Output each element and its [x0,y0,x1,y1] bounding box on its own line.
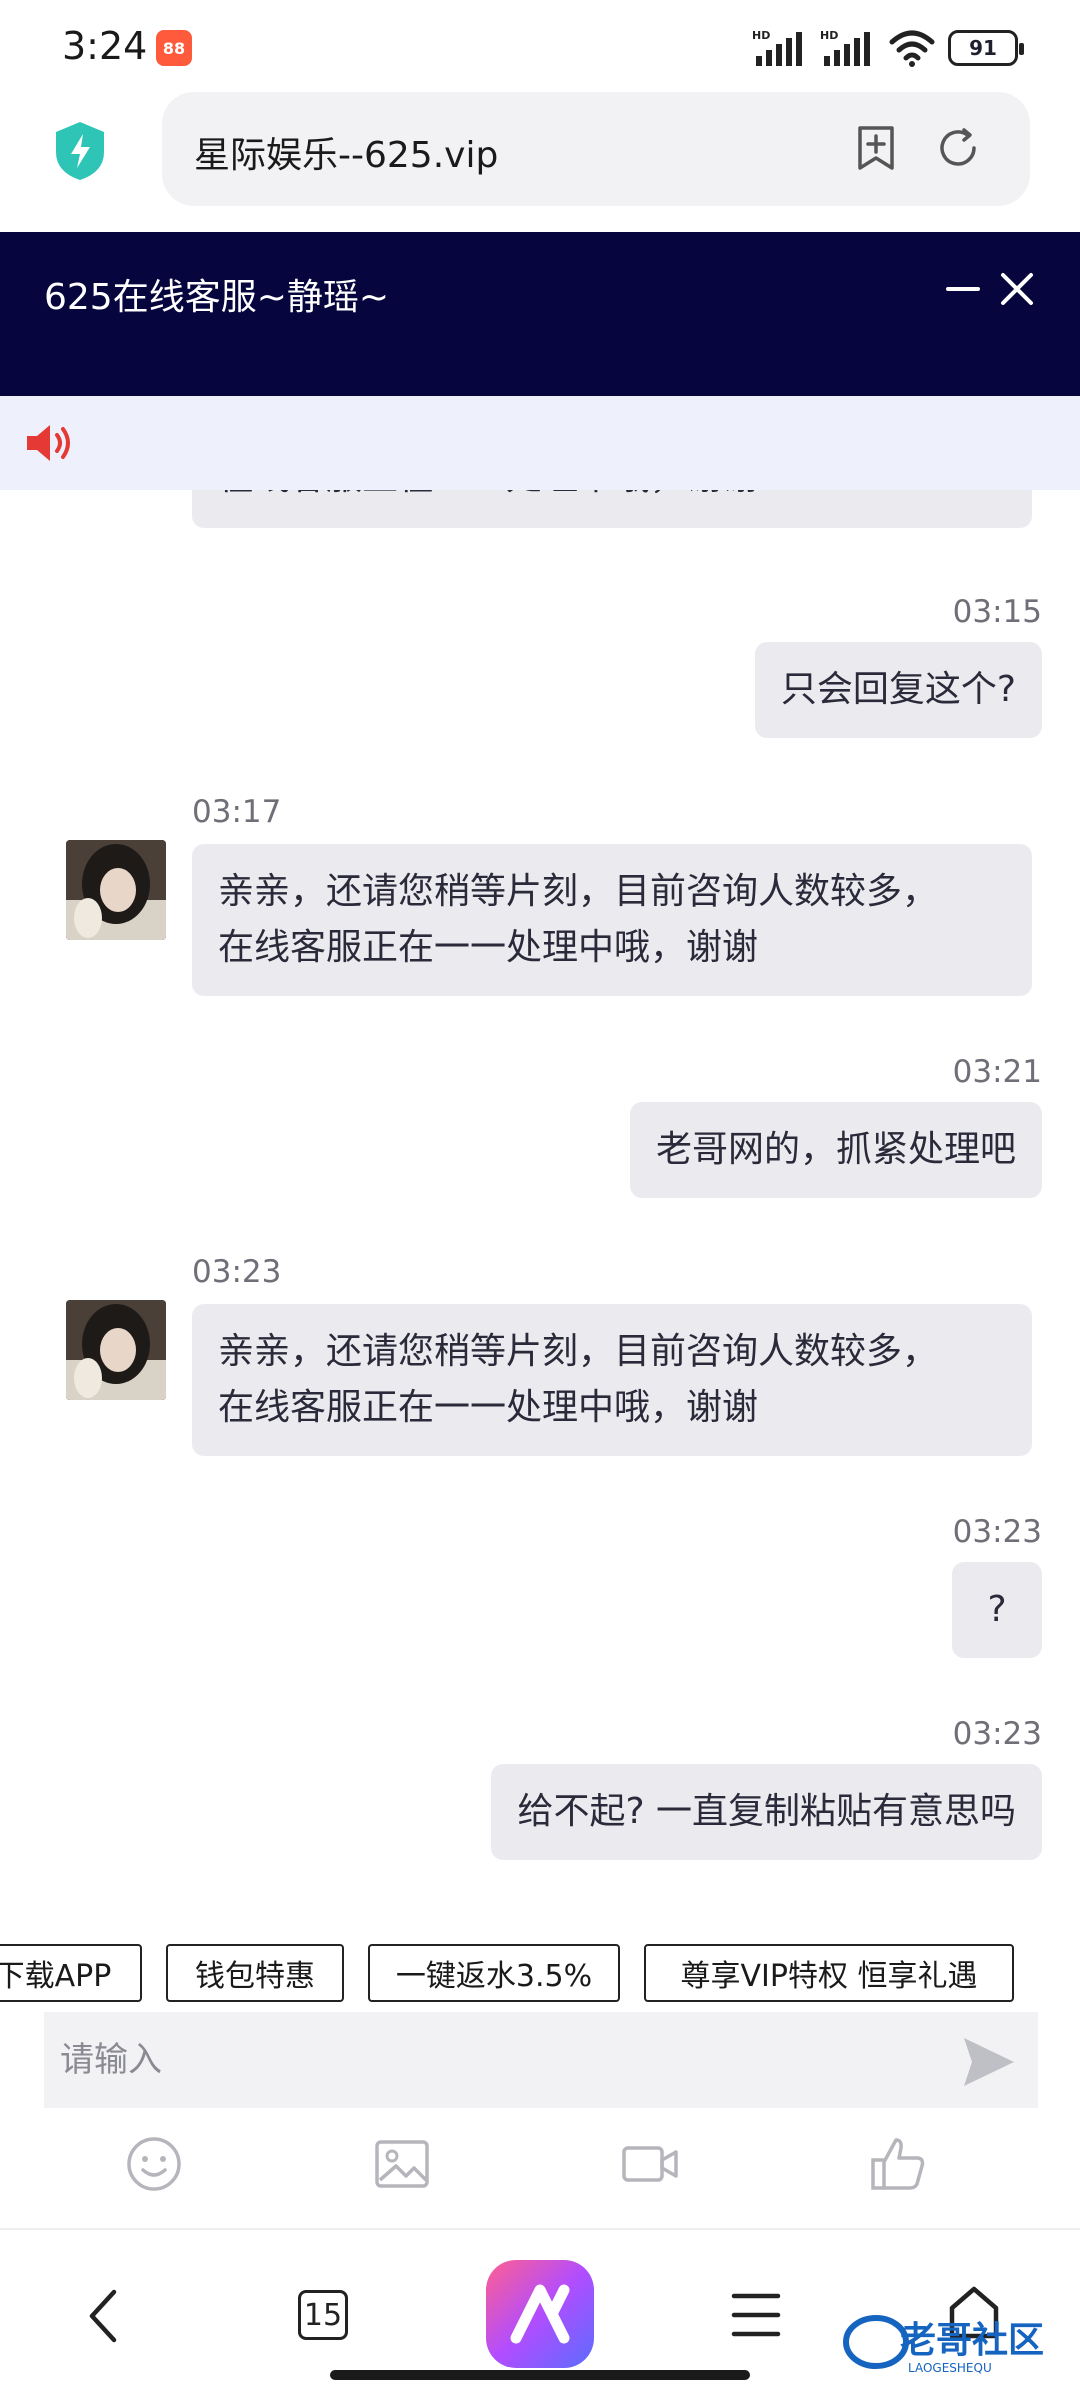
notice-bar [0,396,1080,490]
chat-header: 625在线客服~静瑶~ [0,232,1080,396]
quick-wallet-offer-button[interactable]: 钱包特惠 [166,1944,344,2002]
video-icon[interactable] [620,2134,680,2194]
avatar-image [66,840,166,940]
quick-download-app-button[interactable]: 下载APP [0,1944,142,2002]
agent-message-bubble: 在线客服正在一一处理中哦，谢谢 [192,490,1032,528]
watermark-logo: 老哥社区 LAOGESHEQU [843,2315,1044,2375]
status-bar: 3:24 88 HD HD 91 [0,0,1080,92]
image-icon[interactable] [372,2134,432,2194]
emoji-icon[interactable] [124,2134,184,2194]
close-icon[interactable] [996,268,1038,310]
status-indicators: HD HD 91 [752,28,1024,68]
agent-message-bubble: 亲亲，还请您稍等片刻，目前咨询人数较多， 在线客服正在一一处理中哦，谢谢 [192,1304,1032,1456]
message-timestamp: 03:15 [952,594,1042,630]
message-list[interactable]: 在线客服正在一一处理中哦，谢谢 03:15 只会回复这个? 03:17 亲亲，还… [0,490,1080,1910]
menu-icon[interactable] [730,2290,782,2340]
minimize-icon[interactable] [942,268,984,310]
message-timestamp: 03:23 [192,1254,282,1290]
message-text-line-2: 在线客服正在一一处理中哦，谢谢 [218,1387,759,1428]
message-timestamp: 03:21 [952,1054,1042,1090]
back-icon[interactable] [84,2286,124,2346]
refresh-icon[interactable] [934,124,982,172]
signal-hd-label-2: HD [820,29,838,42]
speaker-icon [27,425,70,461]
watermark-subtext: LAOGESHEQU [908,2361,992,2375]
message-input[interactable] [60,2032,940,2088]
signal-hd-label: HD [752,29,770,42]
message-text: 老哥网的，抓紧处理吧 [655,1129,1016,1170]
shield-icon[interactable] [52,120,108,182]
message-text-line-1: 亲亲，还请您稍等片刻，目前咨询人数较多， [218,871,939,912]
message-text-line-1: 亲亲，还请您稍等片刻，目前咨询人数较多， [218,1331,939,1372]
user-message-bubble: 只会回复这个? [754,642,1042,738]
message-text-line-2: 在线客服正在一一处理中哦，谢谢 [218,927,759,968]
message-text: 只会回复这个? [780,669,1016,710]
message-timestamp: 03:23 [952,1716,1042,1752]
agent-message-bubble: 亲亲，还请您稍等片刻，目前咨询人数较多， 在线客服正在一一处理中哦，谢谢 [192,844,1032,996]
send-icon[interactable] [962,2036,1016,2088]
message-text: ? [987,1589,1007,1630]
quick-rebate-button[interactable]: 一键返水3.5% [368,1944,620,2002]
message-text: 在线客服正在一一处理中哦，谢谢 [218,490,758,498]
gesture-bar [330,2370,750,2380]
chat-toolbar [0,2124,1080,2208]
thumbs-up-icon[interactable] [868,2134,928,2194]
quick-reply-row[interactable]: 下载APP 钱包特惠 一键返水3.5% 尊享VIP特权 恒享礼遇 [0,1944,1080,2004]
bookmark-add-icon[interactable] [852,124,900,172]
agent-avatar[interactable] [66,1300,166,1400]
wifi-icon [889,30,935,67]
browser-bar: 星际娱乐--625.vip [0,92,1080,232]
signal-hd-icon: HD [752,29,802,66]
user-message-bubble: ? [952,1562,1042,1658]
signal-hd-icon-2: HD [820,29,870,66]
url-text[interactable]: 星际娱乐--625.vip [194,126,498,178]
watermark-text: 老哥社区 [900,2320,1044,2361]
notification-app-icon: 88 [156,30,192,66]
url-bar[interactable]: 星际娱乐--625.vip [162,92,1030,206]
avatar-image [66,1300,166,1400]
message-timestamp: 03:23 [952,1514,1042,1550]
message-text: 给不起? 一直复制粘贴有意思吗 [517,1791,1016,1832]
message-input-box[interactable] [44,2012,1038,2108]
user-message-bubble: 老哥网的，抓紧处理吧 [629,1102,1042,1198]
message-timestamp: 03:17 [192,794,282,830]
agent-avatar[interactable] [66,840,166,940]
tab-count-button[interactable]: 15 [298,2290,348,2340]
chat-title: 625在线客服~静瑶~ [44,277,390,318]
browser-bottom-nav: 15 老哥社区 LAOGESHEQU [0,2228,1080,2400]
status-time: 3:24 [62,24,148,68]
battery-indicator: 91 [948,30,1024,66]
quick-vip-button[interactable]: 尊享VIP特权 恒享礼遇 [644,1944,1014,2002]
browser-logo-icon[interactable] [486,2260,594,2368]
user-message-bubble: 给不起? 一直复制粘贴有意思吗 [491,1764,1042,1860]
